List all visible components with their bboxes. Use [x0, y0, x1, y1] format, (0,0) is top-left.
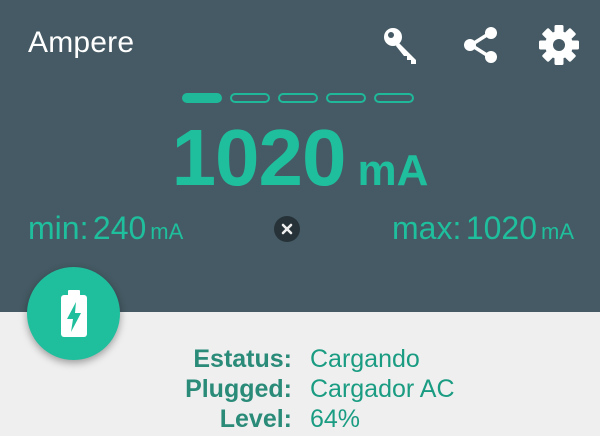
min-label: min: [28, 210, 89, 246]
battery-charging-icon [60, 289, 87, 337]
info-value: Cargando [310, 344, 420, 373]
info-key: Plugged: [185, 374, 292, 403]
info-key: Estatus: [193, 344, 292, 373]
min-reading: min: 240 mA [28, 210, 183, 247]
share-button[interactable] [458, 22, 504, 68]
key-button[interactable] [378, 22, 424, 68]
max-label: max: [392, 210, 462, 246]
page-indicator [182, 93, 414, 103]
battery-info: Estatus: Cargando Plugged: Cargador AC Level… [0, 344, 600, 434]
info-row: Estatus: Cargando [0, 344, 600, 374]
share-icon [464, 27, 497, 63]
settings-button[interactable] [536, 22, 582, 68]
page-dot[interactable] [278, 93, 318, 103]
close-icon [281, 223, 293, 235]
info-row: Plugged: Cargador AC [0, 374, 600, 404]
info-row: Level: 64% [0, 404, 600, 434]
current-unit: mA [357, 146, 429, 195]
header-panel: Ampere 1020 mA min: 240 mA max: 1020 mA [0, 0, 600, 312]
page-dot[interactable] [230, 93, 270, 103]
info-value: Cargador AC [310, 374, 455, 403]
app-title: Ampere [28, 26, 135, 59]
key-icon [384, 28, 416, 64]
max-unit: mA [541, 219, 574, 244]
page-dot[interactable] [182, 93, 222, 103]
info-value: 64% [310, 404, 361, 433]
gear-icon [539, 25, 579, 65]
page-dot[interactable] [326, 93, 366, 103]
current-reading: 1020 mA [0, 112, 600, 204]
min-unit: mA [150, 219, 184, 244]
max-reading: max: 1020 mA [392, 210, 574, 247]
reset-minmax-button[interactable] [274, 216, 300, 242]
current-value: 1020 [171, 113, 347, 202]
min-value: 240 [92, 210, 147, 246]
max-value: 1020 [465, 210, 537, 246]
info-key: Level: [219, 404, 292, 433]
page-dot[interactable] [374, 93, 414, 103]
